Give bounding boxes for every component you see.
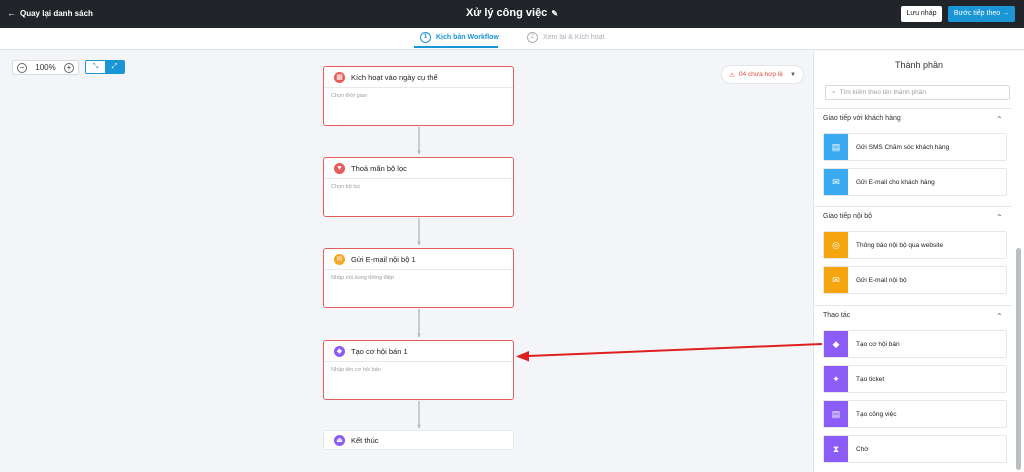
save-draft-button[interactable]: Lưu nháp [901, 6, 942, 22]
tab-review-activate[interactable]: 2 Xem lại & Kích hoạt [527, 32, 604, 43]
connector-arrow: ▼ [416, 333, 422, 339]
node-placeholder: Nhập tên cơ hội bán [331, 367, 381, 373]
section-title: Giao tiếp với khách hàng [823, 115, 901, 122]
top-bar: ← Quay lại danh sách Xử lý công việc ✎ Lư… [0, 0, 1024, 28]
ticket-icon: ✦ [824, 366, 848, 392]
warning-icon: ⚠ [729, 71, 735, 79]
edit-icon[interactable]: ✎ [551, 9, 558, 18]
node-header: ▼ Thoả mãn bộ lọc [324, 158, 513, 179]
chevron-up-icon[interactable]: ⌃ [996, 115, 1003, 124]
filter-icon: ▼ [334, 162, 345, 174]
zoom-in-button[interactable]: + [64, 62, 74, 73]
zoom-level: 100% [35, 63, 56, 72]
component-label: Thông báo nội bộ qua website [856, 241, 944, 249]
node-header: ▦ Kích hoạt vào ngày cụ thể [324, 67, 513, 88]
component-wait[interactable]: ⧗ Chờ [823, 435, 1007, 463]
section-title: Giao tiếp nội bộ [823, 213, 873, 220]
sms-icon: ▤ [824, 134, 848, 160]
section-divider [813, 305, 1012, 306]
node-placeholder: Chọn thời gian [331, 93, 368, 99]
connector-arrow: ▼ [416, 150, 422, 156]
node-title: Kích hoạt vào ngày cụ thể [351, 72, 438, 82]
node-create-opportunity[interactable]: ◆ Tạo cơ hội bán 1 Nhập tên cơ hội bán [323, 340, 514, 400]
node-title: Thoả mãn bộ lọc [351, 163, 407, 173]
next-step-label: Bước tiếp theo [953, 10, 1001, 17]
node-internal-email[interactable]: ✉ Gửi E-mail nội bộ 1 Nhập nội dung thôn… [323, 248, 514, 308]
step-tabs: 1 Kịch bản Workflow 2 Xem lại & Kích hoạ… [0, 28, 1024, 50]
connector-arrow: ▼ [416, 241, 422, 247]
next-step-button[interactable]: Bước tiếp theo → [948, 6, 1015, 22]
node-placeholder: Nhập nội dung thông điệp [331, 275, 394, 281]
tab-label: Kịch bản Workflow [436, 34, 499, 41]
component-label: Gửi SMS Chăm sóc khách hàng [856, 143, 950, 151]
exit-icon: ⏏ [334, 434, 345, 446]
node-header: ✉ Gửi E-mail nội bộ 1 [324, 249, 513, 270]
zoom-control: − 100% + [12, 60, 79, 75]
section-divider [813, 108, 1012, 109]
tab-workflow-script[interactable]: 1 Kịch bản Workflow [420, 32, 499, 43]
globe-icon: ◎ [824, 232, 848, 258]
warning-text: 04 chưa hợp lệ [738, 71, 783, 78]
expand-icon[interactable]: ⤢ [105, 61, 124, 73]
task-icon: ▤ [824, 401, 848, 427]
component-send-sms[interactable]: ▤ Gửi SMS Chăm sóc khách hàng [823, 133, 1007, 161]
component-search-input[interactable]: ⌕ Tìm kiếm theo tên thành phần [825, 85, 1010, 100]
component-create-opportunity[interactable]: ◆ Tạo cơ hội bán [823, 330, 1007, 358]
panel-scrollbar[interactable] [1016, 248, 1021, 470]
view-toggle: ⤡ ⤢ [85, 60, 125, 74]
component-label: Tạo công việc [856, 410, 897, 418]
page-title: Xử lý công việc ✎ [0, 7, 1024, 19]
hourglass-icon: ⧗ [824, 436, 848, 462]
step-number: 1 [420, 32, 431, 43]
node-trigger-specific-date[interactable]: ▦ Kích hoạt vào ngày cụ thể Chọn thời gi… [323, 66, 514, 126]
node-placeholder: Chọn bộ lọc [331, 184, 361, 190]
chevron-down-icon: ▼ [790, 71, 796, 78]
component-send-customer-email[interactable]: ✉ Gửi E-mail cho khách hàng [823, 168, 1007, 196]
active-tab-indicator [414, 46, 498, 48]
node-title: Gửi E-mail nội bộ 1 [351, 254, 416, 264]
component-label: Tạo ticket [856, 375, 885, 383]
component-label: Gửi E-mail nội bộ [856, 276, 907, 284]
component-label: Tạo cơ hội bán [856, 340, 900, 348]
tab-label: Xem lại & Kích hoạt [543, 34, 605, 41]
chevron-up-icon[interactable]: ⌃ [996, 213, 1003, 222]
search-placeholder: Tìm kiếm theo tên thành phần [839, 89, 926, 96]
mail-icon: ✉ [824, 169, 848, 195]
collapse-icon[interactable]: ⤡ [86, 61, 105, 73]
node-title: Tạo cơ hội bán 1 [351, 346, 408, 356]
node-end[interactable]: ⏏ Kết thúc [323, 430, 514, 450]
opportunity-icon: ◆ [334, 345, 345, 357]
component-label: Chờ [856, 445, 869, 453]
component-label: Gửi E-mail cho khách hàng [856, 178, 935, 186]
opportunity-icon: ◆ [824, 331, 848, 357]
node-header: ⏏ Kết thúc [324, 431, 513, 449]
node-filter[interactable]: ▼ Thoả mãn bộ lọc Chọn bộ lọc [323, 157, 514, 217]
zoom-out-button[interactable]: − [17, 62, 27, 73]
mail-icon: ✉ [824, 267, 848, 293]
section-divider [813, 206, 1012, 207]
node-title: Kết thúc [351, 435, 379, 445]
step-number: 2 [527, 32, 538, 43]
component-create-task[interactable]: ▤ Tạo công việc [823, 400, 1007, 428]
mail-icon: ✉ [334, 253, 345, 265]
panel-title: Thành phần [894, 60, 944, 70]
component-send-internal-email[interactable]: ✉ Gửi E-mail nội bộ [823, 266, 1007, 294]
component-website-notification[interactable]: ◎ Thông báo nội bộ qua website [823, 231, 1007, 259]
component-create-ticket[interactable]: ✦ Tạo ticket [823, 365, 1007, 393]
search-icon: ⌕ [832, 88, 836, 96]
validation-warning-dropdown[interactable]: ⚠ 04 chưa hợp lệ ▼ [721, 65, 804, 84]
section-title: Thao tác [823, 312, 851, 319]
calendar-icon: ▦ [334, 71, 345, 83]
node-header: ◆ Tạo cơ hội bán 1 [324, 341, 513, 362]
chevron-up-icon[interactable]: ⌃ [996, 312, 1003, 321]
page-title-text: Xử lý công việc [465, 7, 548, 19]
